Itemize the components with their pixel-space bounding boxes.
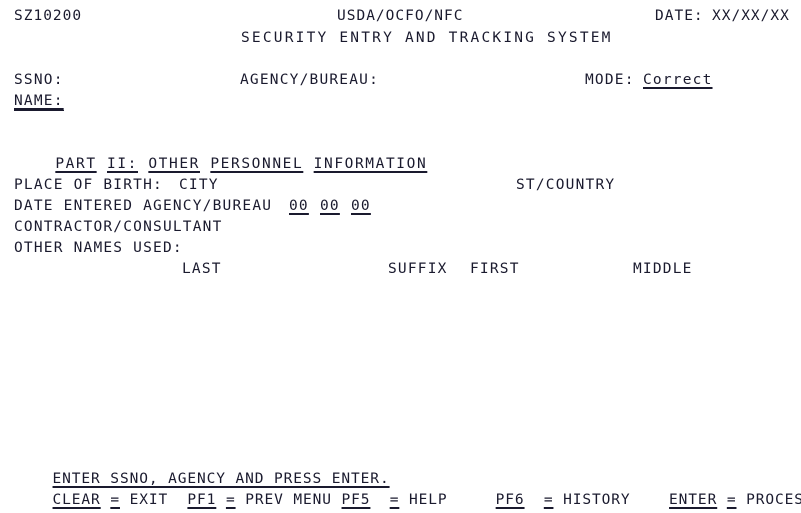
contractor-consultant-label: CONTRACTOR/CONSULTANT [14,219,223,235]
column-header-middle: MIDDLE [633,261,693,277]
date-value: XX/XX/XX [712,8,790,24]
part-heading-word-0: PART [55,156,97,172]
date-entered-month-input[interactable]: 00 [289,196,309,217]
part-heading-word-1: II: [107,156,138,172]
ssno-label: SSNO: [14,72,64,88]
screen-id: SZ10200 [14,8,83,24]
pf-key-row-2: PF7 = PAGE UP PF8 = PAGE DOWN PF10 = PRE… [14,490,801,513]
column-header-last: LAST [182,261,222,277]
column-header-first: FIRST [470,261,520,277]
system-title: SECURITY ENTRY AND TRACKING SYSTEM [241,30,613,46]
name-input-underline[interactable] [14,110,64,111]
date-entered-day-input[interactable]: 00 [320,196,340,217]
part-heading-word-3: PERSONNEL [210,156,304,172]
mode-value[interactable]: Correct [643,70,713,91]
date-label: DATE: [655,8,704,24]
date-entered-label: DATE ENTERED AGENCY/BUREAU [14,198,273,214]
st-country-label: ST/COUNTRY [516,177,616,193]
place-of-birth-label: PLACE OF BIRTH: [14,177,163,193]
agency-bureau-label: AGENCY/BUREAU: [240,72,380,88]
other-names-used-label: OTHER NAMES USED: [14,240,183,256]
column-header-suffix: SUFFIX [388,261,448,277]
city-label: CITY [179,177,219,193]
part-heading-word-4: INFORMATION [313,156,428,172]
part-heading-word-2: OTHER [148,156,200,172]
mode-label: MODE: [585,72,635,88]
terminal-screen: SZ10200 USDA/OCFO/NFC DATE: XX/XX/XX SEC… [0,0,801,513]
agency-org-label: USDA/OCFO/NFC [337,8,464,24]
date-entered-year-input[interactable]: 00 [351,196,371,217]
name-label: NAME: [14,93,64,109]
